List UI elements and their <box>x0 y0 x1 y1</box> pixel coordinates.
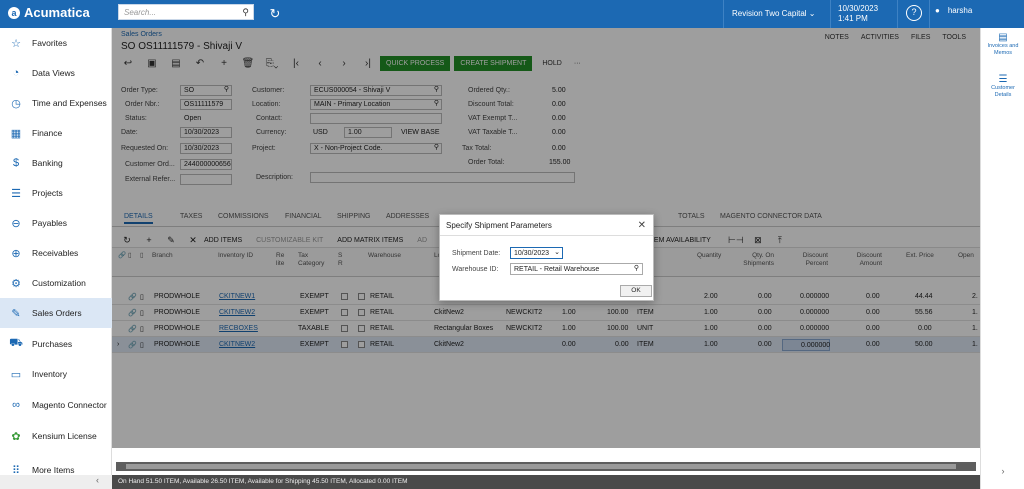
time-text: 1:41 PM <box>838 14 868 23</box>
shipment-parameters-dialog: Specify Shipment Parameters ✕ Shipment D… <box>439 214 654 301</box>
sidebar-item-finance[interactable]: ▦ Finance <box>0 118 112 148</box>
sidebar-item-label: More Items <box>32 465 75 475</box>
top-bar: a Acumatica Search... ⚲ ↻ Revision Two Cap… <box>0 0 1024 28</box>
sidebar-item-inventory[interactable]: ▭ Inventory <box>0 359 112 389</box>
collapse-sidebar-icon[interactable]: ‹ <box>0 475 112 489</box>
cart-icon: ⛟ <box>9 337 23 349</box>
collapse-panel-icon[interactable]: › <box>983 467 1023 476</box>
horizontal-scrollbar[interactable] <box>116 462 976 471</box>
search-placeholder: Search... <box>124 8 157 17</box>
tenant-name: Revision Two Capital <box>732 9 807 18</box>
plus-circle-icon: ⊕ <box>11 247 21 260</box>
sidebar-item-purchases[interactable]: ⛟ Purchases <box>0 329 112 359</box>
sidebar-item-payables[interactable]: ⊖ Payables <box>0 208 112 238</box>
search-input[interactable]: Search... ⚲ <box>118 4 254 20</box>
invoices-memos-link[interactable]: ▤ Invoices and Memos <box>983 32 1023 57</box>
sidebar-item-kensium[interactable]: ✿ Kensium License <box>0 421 112 451</box>
right-panel: ▤ Invoices and Memos ☰ Customer Details › <box>980 28 1024 489</box>
ok-button[interactable]: OK <box>620 285 652 297</box>
acumatica-logo[interactable]: a Acumatica <box>8 5 90 20</box>
kensium-icon: ✿ <box>11 430 21 443</box>
close-icon[interactable]: ✕ <box>638 220 646 231</box>
logo-text: Acumatica <box>24 5 90 20</box>
user-icon: ● <box>935 6 940 15</box>
clock-icon: ◷ <box>11 97 21 110</box>
sidebar-item-label: Finance <box>32 128 63 138</box>
sidebar-item-label: Banking <box>32 158 63 168</box>
warehouse-id-value: RETAIL - Retail Warehouse <box>514 266 600 273</box>
sidebar: ☆ Favorites ◔ Data Views ◷ Time and Expense… <box>0 28 112 489</box>
sidebar-item-label: Sales Orders <box>32 308 82 318</box>
logo-icon: a <box>8 6 20 19</box>
status-bar: On Hand 51.50 ITEM, Available 26.50 ITEM… <box>112 475 980 489</box>
calculator-icon: ▦ <box>10 127 22 140</box>
list-icon: ☰ <box>998 74 1008 85</box>
warehouse-id-field[interactable]: RETAIL - Retail Warehouse ⚲ <box>510 263 643 275</box>
dialog-title: Specify Shipment Parameters <box>446 221 552 230</box>
sidebar-item-label: Receivables <box>32 248 79 258</box>
projects-icon: ☰ <box>11 187 21 200</box>
sidebar-item-label: Inventory <box>32 369 67 379</box>
date-selector[interactable]: 10/30/2023 1:41 PM <box>838 4 878 24</box>
rp-label: Customer Details <box>991 85 1015 98</box>
document-icon: ▤ <box>998 32 1008 43</box>
help-icon[interactable]: ? <box>906 5 922 21</box>
sidebar-item-label: Customization <box>32 278 86 288</box>
sidebar-item-label: Kensium License <box>32 431 97 441</box>
user-name: harsha <box>947 6 973 15</box>
rp-label: Invoices and Memos <box>987 43 1019 56</box>
sidebar-item-data-views[interactable]: ◔ Data Views <box>0 58 112 88</box>
sidebar-item-label: Projects <box>32 188 63 198</box>
truck-icon: ▭ <box>10 368 22 381</box>
sidebar-item-label: Magento Connector <box>32 400 107 410</box>
search-icon[interactable]: ⚲ <box>242 7 249 18</box>
sidebar-item-time-expenses[interactable]: ◷ Time and Expenses <box>0 88 112 118</box>
sidebar-item-label: Favorites <box>32 38 67 48</box>
sales-orders-icon: ✎ <box>11 307 21 320</box>
date-text: 10/30/2023 <box>838 4 879 13</box>
scrollbar-thumb[interactable] <box>126 464 956 469</box>
customization-icon: ⚙ <box>11 277 21 290</box>
sidebar-item-receivables[interactable]: ⊕ Receivables <box>0 238 112 268</box>
divider <box>830 0 831 28</box>
sidebar-item-label: Purchases <box>32 339 73 349</box>
warehouse-id-label: Warehouse ID: <box>452 266 499 273</box>
search-icon[interactable]: ⚲ <box>634 265 639 272</box>
sidebar-item-customization[interactable]: ⚙ Customization <box>0 268 112 298</box>
sidebar-item-favorites[interactable]: ☆ Favorites <box>0 28 112 58</box>
sidebar-item-sales-orders[interactable]: ✎ Sales Orders <box>0 298 112 328</box>
chevron-down-icon[interactable]: ⌄ <box>554 249 560 256</box>
sidebar-item-banking[interactable]: $ Banking <box>0 148 112 178</box>
divider <box>723 0 724 28</box>
sidebar-item-label: Data Views <box>32 68 75 78</box>
customer-details-link[interactable]: ☰ Customer Details <box>983 74 1023 99</box>
star-icon: ☆ <box>11 37 21 50</box>
minus-circle-icon: ⊖ <box>11 217 21 230</box>
magento-icon: ∞ <box>12 399 20 411</box>
shipment-date-value: 10/30/2023 <box>514 250 550 257</box>
sidebar-item-label: Time and Expenses <box>32 98 107 108</box>
user-menu[interactable]: ● harsha <box>935 6 972 15</box>
sidebar-item-projects[interactable]: ☰ Projects <box>0 178 112 208</box>
pie-chart-icon: ◔ <box>12 67 20 79</box>
shipment-date-field[interactable]: 10/30/2023 ⌄ <box>510 247 563 259</box>
sidebar-item-label: Payables <box>32 218 67 228</box>
sidebar-item-magento[interactable]: ∞ Magento Connector <box>0 390 112 420</box>
shipment-date-label: Shipment Date: <box>452 250 501 257</box>
tenant-selector[interactable]: Revision Two Capital ⌄ <box>732 9 816 18</box>
divider <box>929 0 930 28</box>
history-icon[interactable]: ↻ <box>266 5 284 23</box>
dollar-icon: $ <box>12 157 20 169</box>
divider <box>897 0 898 28</box>
divider <box>440 235 653 236</box>
